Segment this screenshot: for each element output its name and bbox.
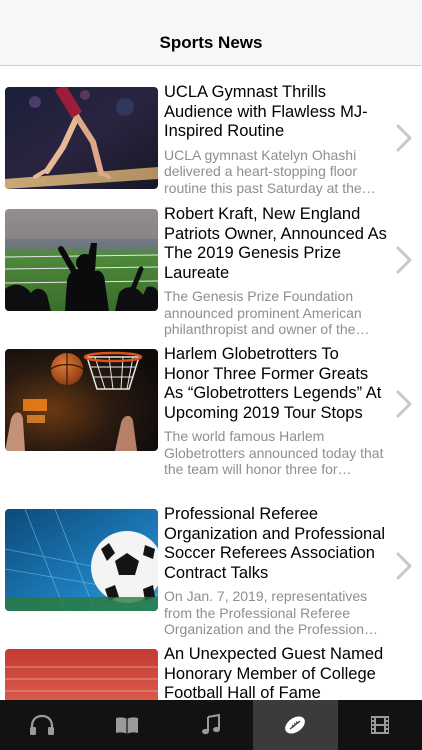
article-text: An Unexpected Guest Named Honorary Membe…: [164, 645, 388, 700]
article-headline: UCLA Gymnast Thrills Audience with Flawl…: [164, 83, 368, 140]
article-headline: Professional Referee Organization and Pr…: [164, 505, 386, 582]
article-headline: An Unexpected Guest Named Honorary Membe…: [164, 645, 384, 700]
article-thumbnail: [5, 209, 158, 311]
article-text: UCLA Gymnast Thrills Audience with Flawl…: [164, 83, 388, 196]
news-row[interactable]: UCLA Gymnast Thrills Audience with Flawl…: [0, 66, 422, 206]
news-row[interactable]: Professional Referee Organization and Pr…: [0, 488, 422, 637]
page-title: Sports News: [159, 33, 263, 52]
article-thumbnail: [5, 87, 158, 189]
news-row[interactable]: Harlem Globetrotters To Honor Three Form…: [0, 328, 422, 477]
article-text: Robert Kraft, New England Patriots Owner…: [164, 205, 388, 338]
chevron-right-icon: [396, 390, 412, 418]
tab-video[interactable]: [338, 700, 422, 750]
news-row[interactable]: An Unexpected Guest Named Honorary Membe…: [0, 628, 422, 700]
article-text: Professional Referee Organization and Pr…: [164, 505, 388, 638]
chevron-right-icon: [396, 246, 412, 274]
news-list[interactable]: UCLA Gymnast Thrills Audience with Flawl…: [0, 66, 422, 700]
screen: Sports News UCLA Gymnast Thrills Audienc…: [0, 0, 422, 750]
chevron-right-icon: [396, 552, 412, 580]
navigation-bar: Sports News: [0, 0, 422, 66]
chevron-right-icon: [396, 124, 412, 152]
article-thumbnail: [5, 349, 158, 451]
article-text: Harlem Globetrotters To Honor Three Form…: [164, 345, 388, 478]
football-icon: [285, 716, 306, 734]
tab-reading[interactable]: [84, 700, 168, 750]
article-thumbnail: [5, 509, 158, 611]
tab-music[interactable]: [169, 700, 253, 750]
music-note-icon: [202, 714, 221, 735]
article-summary: The world famous Harlem Globetrotters an…: [164, 428, 384, 477]
tab-bar: [0, 700, 422, 750]
article-thumbnail: [5, 649, 158, 700]
news-row[interactable]: Robert Kraft, New England Patriots Owner…: [0, 188, 422, 337]
tab-audio[interactable]: [0, 700, 84, 750]
headphones-icon: [30, 714, 55, 735]
book-icon: [115, 717, 138, 734]
film-icon: [370, 716, 389, 734]
article-headline: Harlem Globetrotters To Honor Three Form…: [164, 345, 382, 422]
article-headline: Robert Kraft, New England Patriots Owner…: [164, 205, 387, 282]
tab-sports[interactable]: [253, 700, 338, 750]
